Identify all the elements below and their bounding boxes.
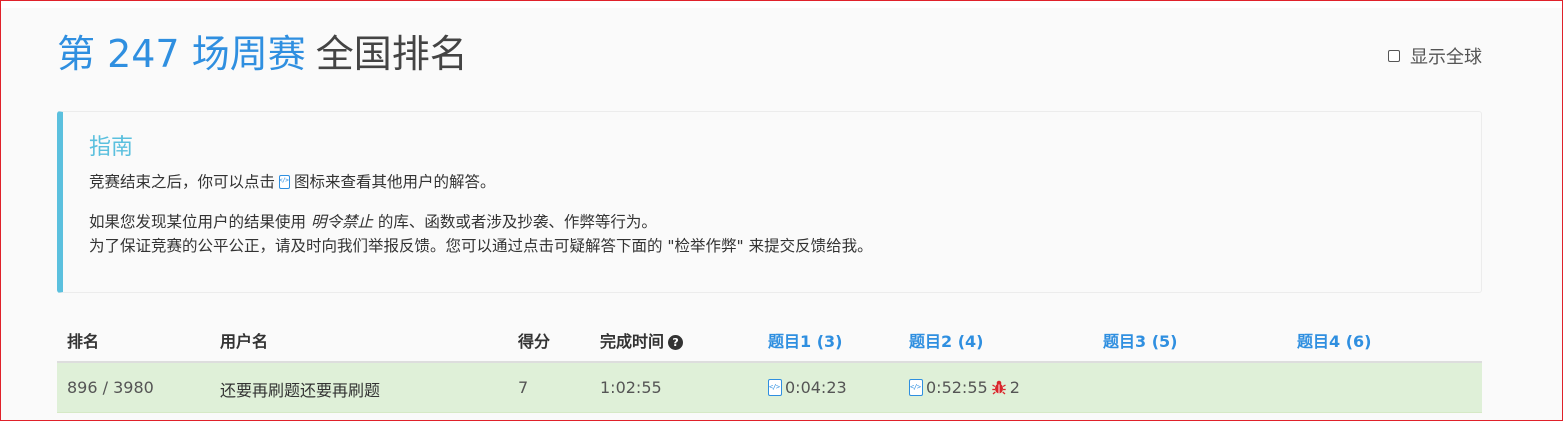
show-global-label[interactable]: 显示全球: [1410, 43, 1482, 69]
column-header-rank: 排名: [67, 332, 100, 351]
show-global-checkbox[interactable]: [1388, 50, 1400, 62]
show-global-toggle[interactable]: 显示全球: [1388, 43, 1482, 69]
guide-line-report: 为了保证竞赛的公平公正，请及时向我们举报反馈。您可以通过点击可疑解答下面的 "检…: [89, 237, 873, 255]
ranking-table: 排名 用户名 得分 完成时间? 题目1 (3) 题目2 (4) 题目3 (5) …: [57, 321, 1482, 413]
column-header-question-2[interactable]: 题目2 (4): [909, 321, 983, 363]
code-icon[interactable]: [768, 379, 782, 396]
finish-time-cell: 1:02:55: [600, 378, 662, 397]
guide-line-solutions: 竞赛结束之后，你可以点击图标来查看其他用户的解答。: [89, 170, 1455, 194]
question-circle-icon[interactable]: ?: [668, 335, 684, 350]
column-header-question-1[interactable]: 题目1 (3): [768, 321, 842, 363]
guide-line1-after: 图标来查看其他用户的解答。: [294, 173, 496, 191]
page-header: 第 247 场周赛 全国排名 显示全球: [57, 29, 1482, 79]
code-icon: [279, 175, 291, 189]
guide-panel: 指南 竞赛结束之后，你可以点击图标来查看其他用户的解答。 如果您发现某位用户的结…: [57, 111, 1482, 293]
column-header-question-4[interactable]: 题目4 (6): [1297, 321, 1371, 363]
question-2-time: 0:52:55: [926, 378, 988, 397]
page-title: 第 247 场周赛 全国排名: [57, 29, 468, 79]
finish-time-label: 完成时间: [600, 332, 665, 351]
guide-spacer: [89, 194, 1455, 210]
table-header-row: 排名 用户名 得分 完成时间? 题目1 (3) 题目2 (4) 题目3 (5) …: [57, 321, 1482, 363]
username-cell[interactable]: 还要再刷题还要再刷题: [220, 366, 380, 416]
question-2-cell: 0:52:55 2: [909, 363, 1020, 413]
guide-line2-after: 的库、函数或者涉及抄袭、作弊等行为。: [377, 213, 657, 231]
table-row: 896 / 3980 还要再刷题还要再刷题 7 1:02:55 0:04:23 …: [57, 363, 1482, 413]
column-header-finish-time: 完成时间?: [600, 321, 684, 363]
question-1-cell: 0:04:23: [768, 363, 847, 413]
top-strip: [1, 1, 1562, 8]
question-2-wrong-count: 2: [1009, 378, 1020, 397]
ranking-page: 第 247 场周赛全国排名 显示全球 指南 竞赛结束之后，你可以点击图标来查看其…: [0, 0, 1563, 421]
guide-line1-before: 竞赛结束之后，你可以点击: [89, 173, 276, 191]
guide-title: 指南: [89, 135, 134, 160]
bug-icon: [991, 379, 1006, 395]
score-cell: 7: [518, 378, 529, 397]
ranking-scope-title: 全国排名: [315, 32, 468, 76]
guide-line-forbidden: 如果您发现某位用户的结果使用 明令禁止 的库、函数或者涉及抄袭、作弊等行为。: [89, 210, 1455, 234]
contest-name[interactable]: 第 247 场周赛: [57, 32, 306, 76]
code-icon[interactable]: [909, 379, 923, 396]
column-header-username: 用户名: [220, 332, 269, 351]
column-header-question-3[interactable]: 题目3 (5): [1103, 321, 1177, 363]
guide-line2-before: 如果您发现某位用户的结果使用: [89, 213, 307, 231]
column-header-score: 得分: [518, 332, 551, 351]
question-1-time: 0:04:23: [785, 378, 847, 397]
rank-cell: 896 / 3980: [67, 378, 154, 397]
guide-forbidden-emphasis: 明令禁止: [310, 213, 373, 231]
